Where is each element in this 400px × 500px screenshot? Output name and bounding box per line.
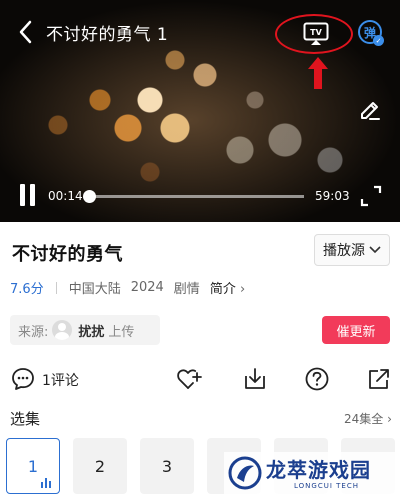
watermark-logo-icon — [228, 456, 262, 490]
uploader-name: 扰扰 — [78, 324, 105, 340]
help-icon[interactable] — [304, 366, 330, 392]
show-title: 不讨好的勇气 — [12, 244, 123, 265]
fullscreen-icon[interactable] — [360, 185, 382, 207]
player-top-bar: 不讨好的勇气 1 TV 弹 ✓ — [0, 14, 400, 54]
playback-source-button[interactable]: 播放源 — [314, 234, 390, 266]
pause-button[interactable] — [18, 184, 38, 208]
favorite-heart-icon[interactable] — [176, 366, 202, 392]
watermark: 龙萃游戏园 LONGCUI TECH — [224, 452, 400, 496]
current-time: 00:14 — [48, 189, 83, 203]
comment-icon[interactable] — [10, 366, 36, 392]
request-update-button[interactable]: 催更新 — [322, 316, 390, 344]
video-title: 不讨好的勇气 1 — [46, 25, 169, 45]
episode-number: 1 — [27, 456, 39, 476]
year: 2024 — [130, 280, 164, 295]
chevron-right-icon: › — [387, 412, 392, 426]
progress-knob[interactable] — [82, 190, 96, 203]
watermark-title: 龙萃游戏园 — [266, 458, 371, 482]
player-controls: 00:14 59:03 — [0, 180, 400, 210]
intro-link[interactable]: 简介 › — [210, 278, 245, 297]
episode-item[interactable]: 1 — [6, 438, 60, 494]
episode-item[interactable]: 2 — [73, 438, 127, 494]
progress-bar[interactable] — [82, 190, 304, 203]
now-playing-icon — [41, 478, 53, 488]
check-icon: ✓ — [373, 35, 384, 46]
back-icon[interactable] — [14, 18, 38, 46]
uploader-action: 上传 — [108, 324, 135, 340]
download-icon[interactable] — [242, 366, 268, 392]
uploader-label: 来源: — [18, 324, 49, 340]
red-arrow-up-icon — [308, 57, 328, 89]
episode-item[interactable]: 3 — [140, 438, 194, 494]
genre: 剧情 — [173, 282, 200, 297]
episodes-count-link[interactable]: 24集全 › — [344, 410, 392, 427]
svg-text:TV: TV — [310, 28, 322, 37]
episode-number: 3 — [161, 456, 173, 476]
danmu-toggle-button[interactable]: 弹 ✓ — [358, 20, 384, 46]
edit-pencil-icon[interactable] — [358, 98, 382, 122]
action-row: 1评论 — [0, 364, 400, 394]
region: 中国大陆 — [68, 282, 121, 297]
episodes-count: 24集全 — [344, 412, 384, 426]
watermark-subtitle: LONGCUI TECH — [294, 482, 359, 490]
share-icon[interactable] — [366, 366, 392, 392]
comment-count[interactable]: 1评论 — [42, 370, 79, 390]
divider — [55, 281, 57, 294]
episodes-heading: 选集 — [10, 410, 41, 428]
uploader-info[interactable]: 来源: 扰扰 上传 — [10, 315, 160, 345]
total-time: 59:03 — [315, 189, 350, 203]
intro-label: 简介 — [209, 282, 236, 297]
chevron-down-icon — [369, 246, 381, 254]
chevron-right-icon: › — [239, 282, 246, 297]
tv-cast-icon[interactable]: TV — [303, 22, 329, 46]
show-meta: 7.6分 中国大陆 2024 剧情 简介 › — [10, 278, 245, 297]
avatar — [52, 320, 73, 340]
rating-score: 7.6分 — [10, 282, 44, 297]
playback-source-label: 播放源 — [323, 243, 365, 259]
video-player[interactable]: 不讨好的勇气 1 TV 弹 ✓ 00:14 59:03 — [0, 0, 400, 222]
episode-number: 2 — [94, 456, 106, 476]
